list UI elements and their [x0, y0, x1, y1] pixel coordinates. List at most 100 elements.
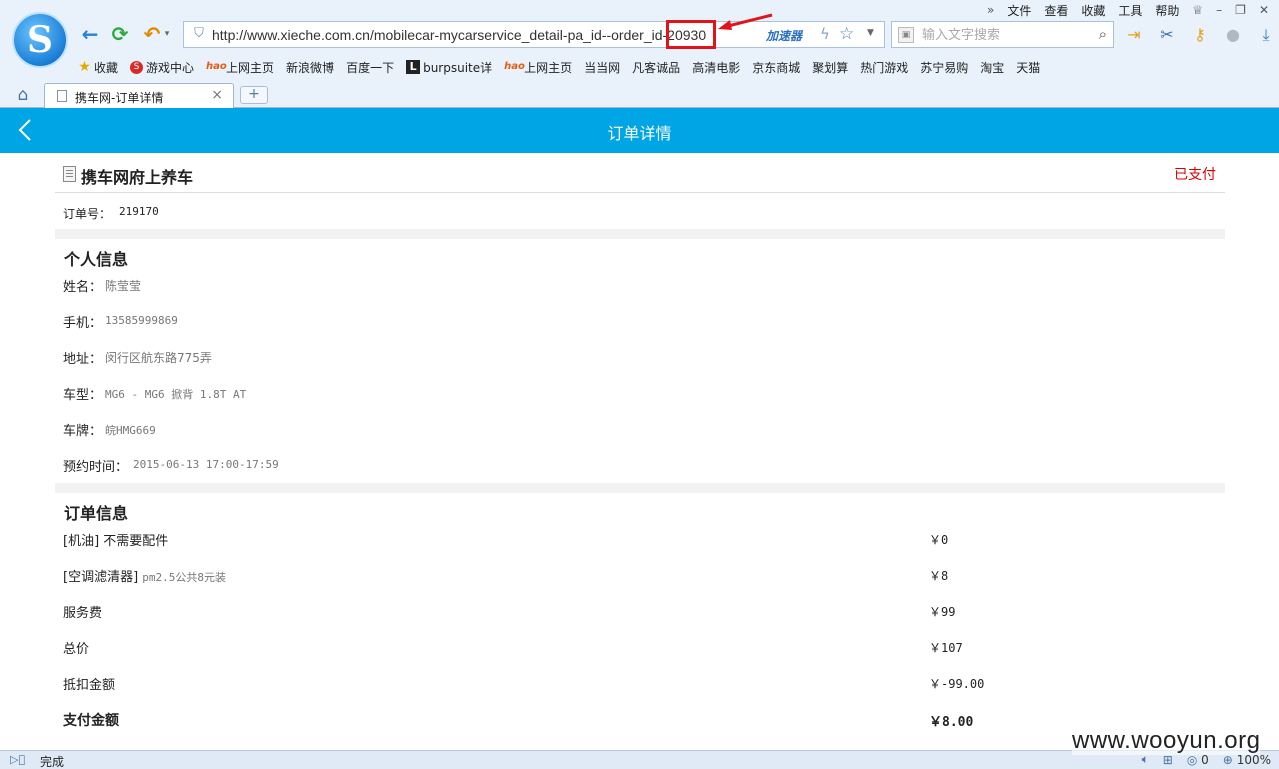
menu-favorites[interactable]: 收藏 — [1081, 2, 1105, 19]
undo-icon[interactable]: ↶ — [140, 22, 164, 46]
bookmark-item[interactable]: S 游戏中心 — [130, 59, 194, 76]
fee-amount: ￥8.00 — [929, 715, 974, 730]
skin-icon[interactable]: ♕ — [1192, 3, 1203, 17]
fee-sub-label: pm2.5公共8元装 — [142, 571, 227, 584]
tab-close-icon[interactable]: × — [211, 87, 223, 103]
menu-file[interactable]: 文件 — [1007, 2, 1031, 19]
bookmark-item[interactable]: 高清电影 — [78, 59, 741, 176]
download-icon[interactable]: ⤓ — [1254, 23, 1278, 47]
order-number-row: 订单号： 219170 — [55, 193, 1225, 229]
bookmark-label: 高清电影 — [692, 60, 741, 75]
tab-title: 携车网-订单详情 — [75, 91, 164, 105]
info-row: 地址： 闵行区航东路775弄 — [55, 339, 1225, 375]
sidebar-toggle-icon[interactable]: ▷⃒ — [10, 753, 25, 766]
order-detail-content: 携车网府上养车 已支付 订单号： 219170 个人信息 姓名： 陈莹莹 手机： 13… — [55, 153, 1225, 737]
bookmark-item[interactable]: ★ 收藏 — [78, 59, 118, 76]
info-value: 13585999869 — [105, 314, 178, 327]
browser-logo-icon[interactable]: S — [12, 12, 68, 68]
info-value: 2015-06-13 17:00-17:59 — [133, 458, 279, 471]
fee-row: [空调滤清器] pm2.5公共8元装 ￥8 — [55, 557, 1225, 593]
annotation-arrow-icon — [718, 13, 773, 30]
new-tab-button[interactable]: + — [240, 86, 268, 104]
search-icon[interactable]: ⌕ — [1099, 25, 1107, 43]
bookmark-item[interactable]: 当当网 — [78, 59, 620, 176]
fee-amount: ￥-99.00 — [929, 677, 985, 691]
watermark-text: www.wooyun.org — [1072, 727, 1261, 755]
fee-label: 支付金额 — [63, 710, 119, 730]
menu-view[interactable]: 查看 — [1044, 2, 1068, 19]
shop-name: 携车网府上养车 — [81, 168, 194, 187]
browser-chrome: S » 文件 查看 收藏 工具 帮助 ♕ – ❐ ✕ ← ⟳ ↶ ▾ ⛉ htt… — [0, 0, 1279, 176]
bookmark-item[interactable]: hao 上网主页 — [206, 59, 274, 76]
minimize-icon[interactable]: – — [1216, 3, 1222, 17]
bookmark-label: burpsuite详 — [423, 60, 493, 75]
order-number-value: 219170 — [119, 205, 159, 218]
fee-amount: ￥99 — [929, 605, 956, 619]
menu-help[interactable]: 帮助 — [1155, 2, 1179, 19]
login-icon[interactable]: ⇥ — [1122, 23, 1146, 47]
lightning-icon[interactable]: ϟ — [820, 25, 830, 43]
bookmark-item[interactable]: Lburpsuite详 — [406, 59, 492, 76]
bookmark-label: 新浪微博 — [286, 60, 335, 75]
bookmark-item[interactable]: 苏宁易购 — [78, 59, 968, 176]
page-header: 订单详情 — [0, 108, 1279, 153]
address-bar[interactable]: ⛉ http://www.xieche.com.cn/mobilecar-myc… — [183, 20, 885, 49]
section-divider — [55, 229, 1225, 239]
bookmark-item[interactable]: 聚划算 — [78, 59, 849, 176]
bookmark-item[interactable]: 新浪微博 — [78, 59, 335, 176]
bookmark-item[interactable]: 百度一下 — [78, 59, 394, 176]
info-row: 手机： 13585999869 — [55, 303, 1225, 339]
bookmark-label: 收藏 — [94, 60, 119, 75]
undo-dropdown-icon[interactable]: ▾ — [162, 22, 172, 46]
fee-label-text: 服务费 — [63, 606, 103, 621]
page-title: 订单详情 — [607, 124, 672, 143]
address-url[interactable]: http://www.xieche.com.cn/mobilecar-mycar… — [212, 27, 706, 43]
bookmark-item[interactable]: hao 上网主页 — [504, 59, 572, 76]
fee-label: [空调滤清器] pm2.5公共8元装 — [63, 566, 226, 585]
status-text: 完成 — [40, 755, 65, 769]
search-input[interactable] — [922, 25, 1082, 45]
menu-tools[interactable]: 工具 — [1118, 2, 1142, 19]
info-value: 皖HMG669 — [105, 424, 156, 437]
bookmark-label: 聚划算 — [812, 60, 849, 75]
address-dropdown-icon[interactable]: ▼ — [867, 28, 874, 38]
search-engine-icon[interactable]: ▣ — [898, 27, 914, 43]
search-box[interactable]: ▣ ⌕ — [891, 21, 1114, 48]
toolbar-icons: ⇥ ✂ ⚷ ● ⤓ — [1122, 23, 1278, 47]
info-label: 车型： — [63, 388, 103, 403]
order-info-title: 订单信息 — [64, 504, 129, 523]
close-window-icon[interactable]: ✕ — [1259, 3, 1269, 17]
info-row: 车型： MG6 - MG6 掀背 1.8T AT — [55, 375, 1225, 411]
shield-icon[interactable]: ⛉ — [191, 26, 207, 42]
info-label: 车牌： — [63, 424, 103, 439]
bookmark-item[interactable]: 天猫 — [78, 59, 1041, 176]
key-icon[interactable]: ⚷ — [1188, 23, 1212, 47]
back-arrow-icon[interactable]: ← — [78, 22, 102, 46]
fee-label: [机油] 不需要配件 — [63, 530, 168, 549]
home-icon[interactable]: ⌂ — [12, 85, 34, 105]
tab-strip: ⌂ 携车网-订单详情 × + — [0, 82, 1279, 109]
hao-icon: hao — [504, 61, 525, 72]
bookmark-item[interactable]: 热门游戏 — [78, 59, 909, 176]
bookmark-label: 凡客诚品 — [632, 60, 681, 75]
bookmark-item[interactable]: 淘宝 — [78, 59, 1004, 176]
bookmark-label: 上网主页 — [524, 60, 573, 75]
order-info-list: [机油] 不需要配件 ￥0 [空调滤清器] pm2.5公共8元装 ￥8 服务费 ￥99 总价… — [55, 521, 1225, 737]
bookmark-label: 热门游戏 — [860, 60, 909, 75]
more-dots-icon[interactable]: ● — [1221, 23, 1245, 47]
fee-row: 总价 ￥107 — [55, 629, 1225, 665]
more-chevrons-icon[interactable]: » — [987, 3, 994, 17]
bookmark-star-icon[interactable]: ☆ — [839, 24, 854, 44]
restore-icon[interactable]: ❐ — [1235, 3, 1246, 17]
fee-label: 服务费 — [63, 602, 102, 621]
bookmark-label: 天猫 — [1016, 60, 1041, 75]
fee-row: 服务费 ￥99 — [55, 593, 1225, 629]
fee-label-text: 总价 — [63, 642, 90, 657]
refresh-icon[interactable]: ⟳ — [108, 22, 132, 46]
bookmark-item[interactable]: 京东商城 — [78, 59, 800, 176]
tab-order-detail[interactable]: 携车网-订单详情 × — [44, 83, 234, 109]
fee-label: 总价 — [63, 638, 89, 657]
fee-amount: ￥0 — [929, 533, 949, 547]
bookmark-item[interactable]: 凡客诚品 — [78, 59, 681, 176]
screenshot-scissors-icon[interactable]: ✂ — [1155, 23, 1179, 47]
